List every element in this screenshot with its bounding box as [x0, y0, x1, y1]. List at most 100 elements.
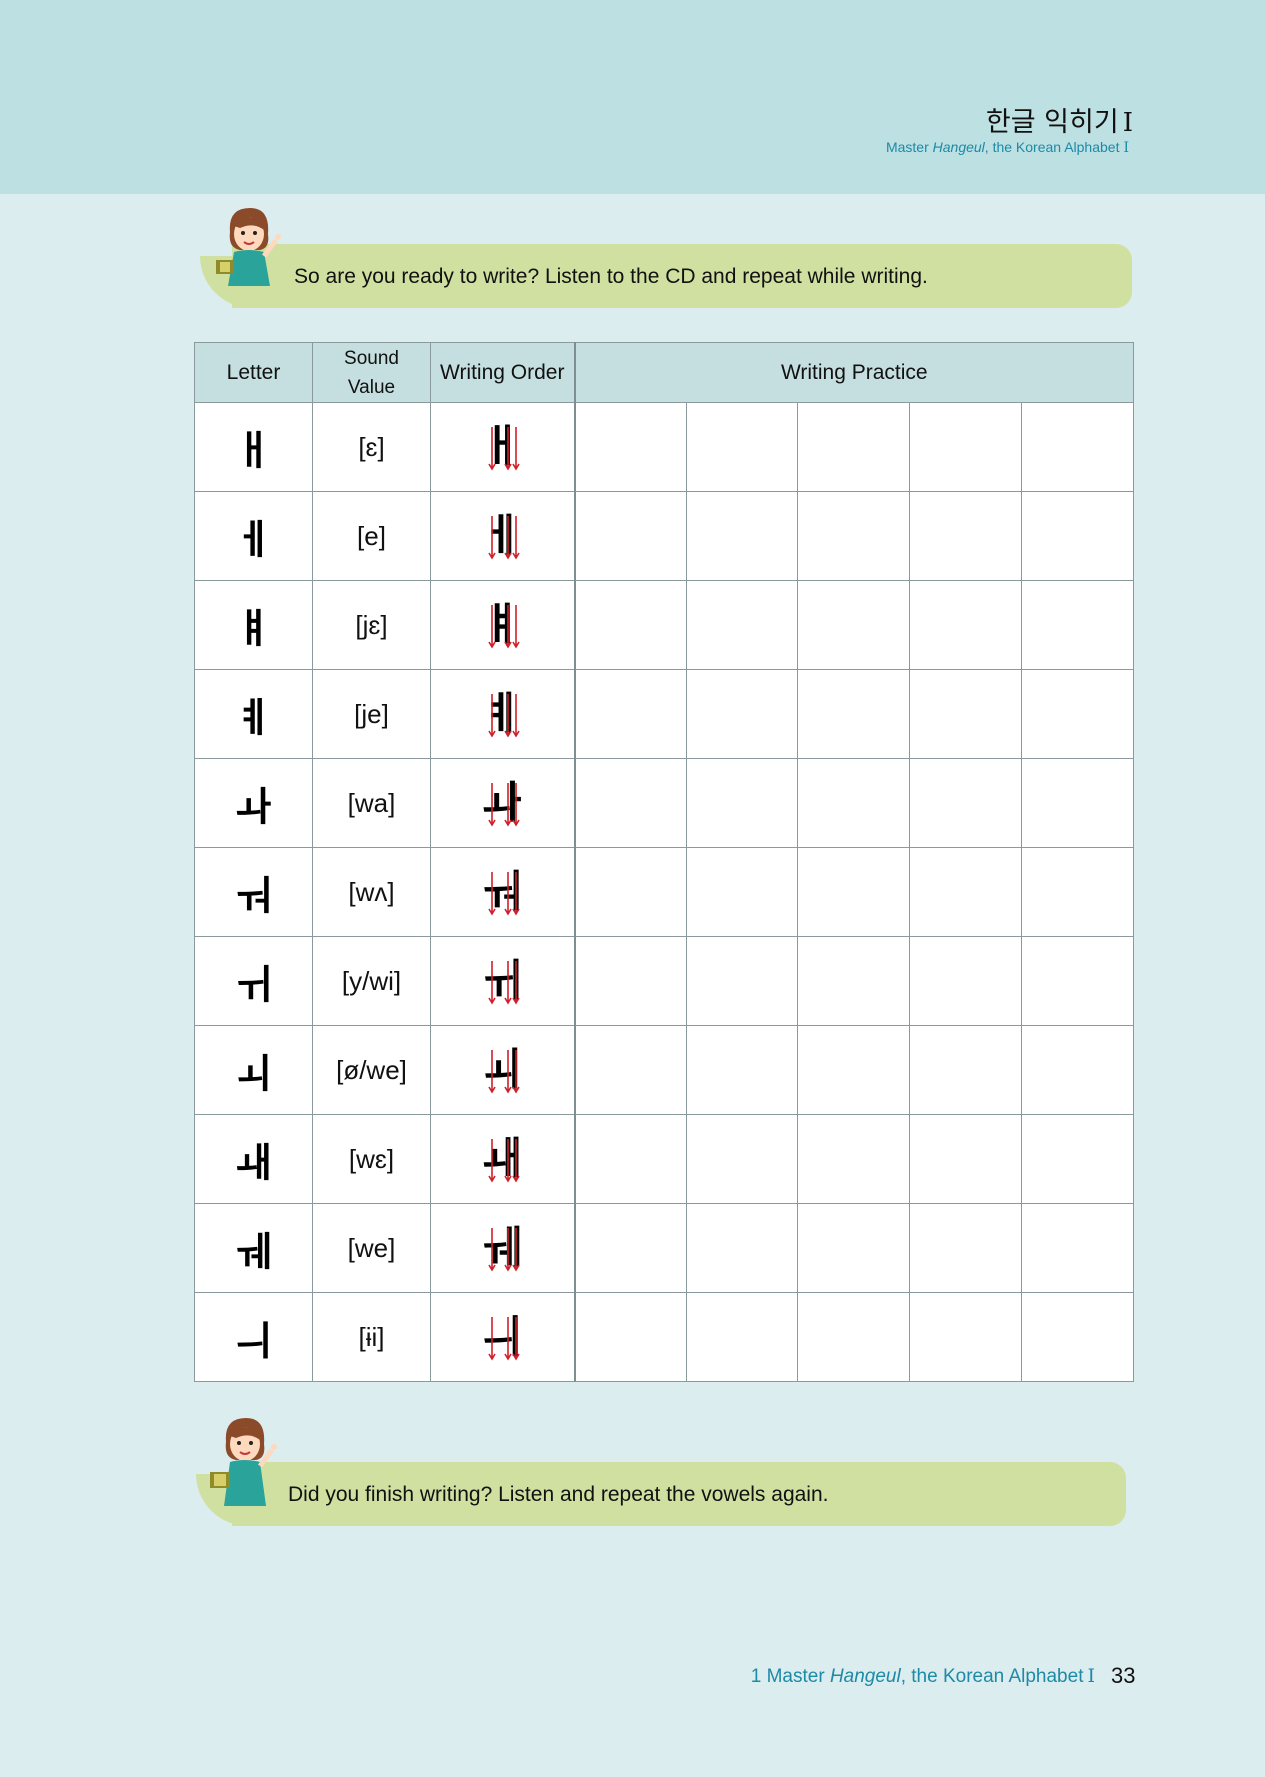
practice-cell[interactable] [909, 491, 1022, 581]
practice-cell[interactable] [797, 1114, 910, 1204]
writing-order-cell: ㅖ [430, 669, 575, 759]
practice-table: Letter Sound Value Writing Order Writing … [194, 342, 1135, 1382]
stroke-order-diagram-icon: ㅙ [482, 1133, 522, 1184]
sound-value: [y/wi] [312, 936, 431, 1026]
practice-cell[interactable] [909, 580, 1022, 670]
practice-cell[interactable] [686, 402, 798, 492]
practice-cell[interactable] [909, 1114, 1022, 1204]
practice-cell[interactable] [909, 1203, 1022, 1293]
practice-cell[interactable] [797, 669, 910, 759]
sound-value: [e] [312, 491, 431, 581]
stroke-order-diagram-icon: ㅒ [482, 599, 522, 650]
practice-cell[interactable] [797, 936, 910, 1026]
stroke-order-diagram-icon: ㅚ [482, 1044, 522, 1095]
practice-cell[interactable] [797, 580, 910, 670]
sound-value: [we] [312, 1203, 431, 1293]
practice-cell[interactable] [573, 1114, 687, 1204]
page-title-korean: 한글 익히기 [985, 107, 1119, 138]
practice-cell[interactable] [573, 1292, 687, 1382]
practice-cell[interactable] [797, 1025, 910, 1115]
practice-cell[interactable] [686, 1114, 798, 1204]
vowel-letter: ㅟ [194, 936, 313, 1026]
practice-cell[interactable] [909, 847, 1022, 937]
col-header-letter: Letter [194, 342, 313, 403]
practice-cell[interactable] [1020, 1025, 1135, 1115]
sound-value: [wʌ] [312, 847, 431, 937]
practice-cell[interactable] [573, 758, 687, 848]
intro-instruction: So are you ready to write? Listen to the… [294, 265, 928, 288]
practice-cell[interactable] [909, 758, 1022, 848]
practice-cell[interactable] [1020, 669, 1135, 759]
table-row: ㅖ [je] ㅖ [194, 669, 1135, 759]
table-row: ㅚ [ø/we] ㅚ [194, 1025, 1135, 1115]
subtitle-pre: Master [885, 139, 933, 155]
table-header-row: Letter Sound Value Writing Order Writing … [194, 342, 1135, 403]
sound-value: [wɛ] [312, 1114, 431, 1204]
practice-cell[interactable] [686, 847, 798, 937]
practice-cell[interactable] [573, 1203, 687, 1293]
practice-cell[interactable] [797, 402, 910, 492]
practice-cell[interactable] [686, 758, 798, 848]
practice-cell[interactable] [1020, 936, 1135, 1026]
practice-cell[interactable] [573, 847, 687, 937]
practice-cell[interactable] [909, 1292, 1022, 1382]
footer-pre: 1 Master [750, 1666, 830, 1687]
sound-value: [wa] [312, 758, 431, 848]
col-header-writing-practice: Writing Practice [573, 342, 1135, 403]
practice-cell[interactable] [909, 669, 1022, 759]
practice-cell[interactable] [573, 669, 687, 759]
writing-order-cell: ㅝ [430, 847, 575, 937]
col-header-sound-line1: Sound [344, 347, 399, 369]
practice-cell[interactable] [686, 580, 798, 670]
practice-cell[interactable] [797, 1292, 910, 1382]
footer-em: Hangeul [829, 1666, 901, 1687]
writing-order-cell: ㅘ [430, 758, 575, 848]
writing-order-cell: ㅟ [430, 936, 575, 1026]
vowel-letter: ㅐ [194, 402, 313, 492]
writing-order-cell: ㅔ [430, 491, 575, 581]
table-body: ㅐ [ɛ] ㅐㅔ [e] ㅔㅒ [jɛ] ㅒㅖ [je] ㅖㅘ [wa] ㅘㅝ [wʌ] ㅝㅟ [y/wi… [194, 402, 1135, 1382]
practice-cell[interactable] [573, 936, 687, 1026]
practice-cell[interactable] [797, 491, 910, 581]
practice-cell[interactable] [686, 936, 798, 1026]
vowel-letter: ㅞ [194, 1203, 313, 1293]
footer-numeral: I [1087, 1665, 1095, 1687]
subtitle-post: , the Korean Alphabet [984, 139, 1120, 155]
practice-cell[interactable] [797, 847, 910, 937]
table-row: ㅝ [wʌ] ㅝ [194, 847, 1135, 937]
practice-cell[interactable] [1020, 758, 1135, 848]
practice-cell[interactable] [686, 1292, 798, 1382]
practice-cell[interactable] [573, 402, 687, 492]
practice-cell[interactable] [1020, 1114, 1135, 1204]
practice-cell[interactable] [909, 1025, 1022, 1115]
practice-cell[interactable] [573, 580, 687, 670]
page-number: 33 [1111, 1663, 1136, 1688]
practice-cell[interactable] [797, 758, 910, 848]
practice-cell[interactable] [797, 1203, 910, 1293]
practice-cell[interactable] [1020, 402, 1135, 492]
practice-cell[interactable] [1020, 580, 1135, 670]
practice-cell[interactable] [1020, 847, 1135, 937]
writing-order-cell: ㅞ [430, 1203, 575, 1293]
practice-cell[interactable] [1020, 491, 1135, 581]
practice-cell[interactable] [1020, 1203, 1135, 1293]
table-row: ㅟ [y/wi] ㅟ [194, 936, 1135, 1026]
vowel-letter: ㅘ [194, 758, 313, 848]
practice-cell[interactable] [573, 491, 687, 581]
stroke-order-diagram-icon: ㅞ [482, 1222, 522, 1273]
practice-cell[interactable] [573, 1025, 687, 1115]
vowel-letter: ㅝ [194, 847, 313, 937]
subtitle-numeral: I [1123, 140, 1129, 156]
practice-cell[interactable] [1020, 1292, 1135, 1382]
practice-cell[interactable] [686, 491, 798, 581]
practice-cell[interactable] [909, 402, 1022, 492]
writing-order-cell: ㅒ [430, 580, 575, 670]
practice-cell[interactable] [686, 1025, 798, 1115]
practice-cell[interactable] [686, 669, 798, 759]
page-title-numeral: I [1122, 108, 1133, 138]
writing-order-cell: ㅐ [430, 402, 575, 492]
table-row: ㅔ [e] ㅔ [194, 491, 1135, 581]
practice-cell[interactable] [686, 1203, 798, 1293]
sound-value: [ɨi] [312, 1292, 431, 1382]
practice-cell[interactable] [909, 936, 1022, 1026]
